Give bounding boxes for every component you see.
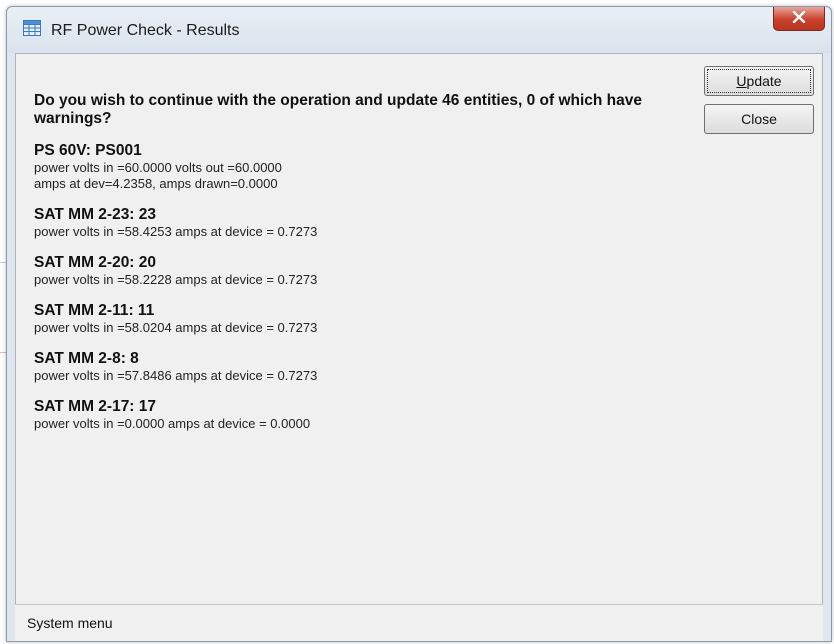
entity-list: PS 60V: PS001 power volts in =60.0000 vol… <box>34 142 704 432</box>
entity-detail: power volts in =58.2228 amps at device =… <box>34 272 318 287</box>
entity-item: SAT MM 2-17: 17 power volts in =0.0000 am… <box>34 398 704 432</box>
window-close-button[interactable] <box>773 7 825 31</box>
entity-name: PS 60V: PS001 <box>34 142 142 159</box>
entity-item: SAT MM 2-11: 11 power volts in =58.0204 a… <box>34 302 704 336</box>
results-panel: Do you wish to continue with the operati… <box>34 92 704 446</box>
update-button[interactable]: Update <box>704 66 814 96</box>
entity-item: SAT MM 2-23: 23 power volts in =58.4253 a… <box>34 206 704 240</box>
entity-name: SAT MM 2-20: 20 <box>34 254 157 271</box>
entity-detail: power volts in =0.0000 amps at device = … <box>34 416 311 431</box>
entity-name: SAT MM 2-8: 8 <box>34 350 139 367</box>
dialog-client-area: Do you wish to continue with the operati… <box>15 53 823 641</box>
entity-name: SAT MM 2-23: 23 <box>34 206 157 223</box>
entity-item: PS 60V: PS001 power volts in =60.0000 vol… <box>34 142 704 192</box>
status-bar: System menu <box>15 604 823 641</box>
close-button[interactable]: Close <box>704 104 814 134</box>
entity-name: SAT MM 2-11: 11 <box>34 302 155 319</box>
app-table-icon[interactable] <box>23 20 41 36</box>
status-text: System menu <box>27 615 113 631</box>
entity-detail: power volts in =57.8486 amps at device =… <box>34 368 318 383</box>
entity-item: SAT MM 2-8: 8 power volts in =57.8486 amp… <box>34 350 704 384</box>
window-title: RF Power Check - Results <box>51 22 240 39</box>
close-x-icon <box>792 10 806 28</box>
entity-detail: power volts in =58.4253 amps at device =… <box>34 224 318 239</box>
entity-detail: power volts in =60.0000 volts out =60.00… <box>34 160 282 191</box>
entity-name: SAT MM 2-17: 17 <box>34 398 157 415</box>
title-bar[interactable]: RF Power Check - Results <box>7 7 831 53</box>
confirmation-question: Do you wish to continue with the operati… <box>34 92 643 127</box>
entity-detail: power volts in =58.0204 amps at device =… <box>34 320 318 335</box>
entity-item: SAT MM 2-20: 20 power volts in =58.2228 a… <box>34 254 704 288</box>
update-mnemonic: U <box>736 73 747 89</box>
dialog-window: RF Power Check - Results Do you wish to … <box>6 6 832 642</box>
update-button-label: Update <box>736 73 782 89</box>
